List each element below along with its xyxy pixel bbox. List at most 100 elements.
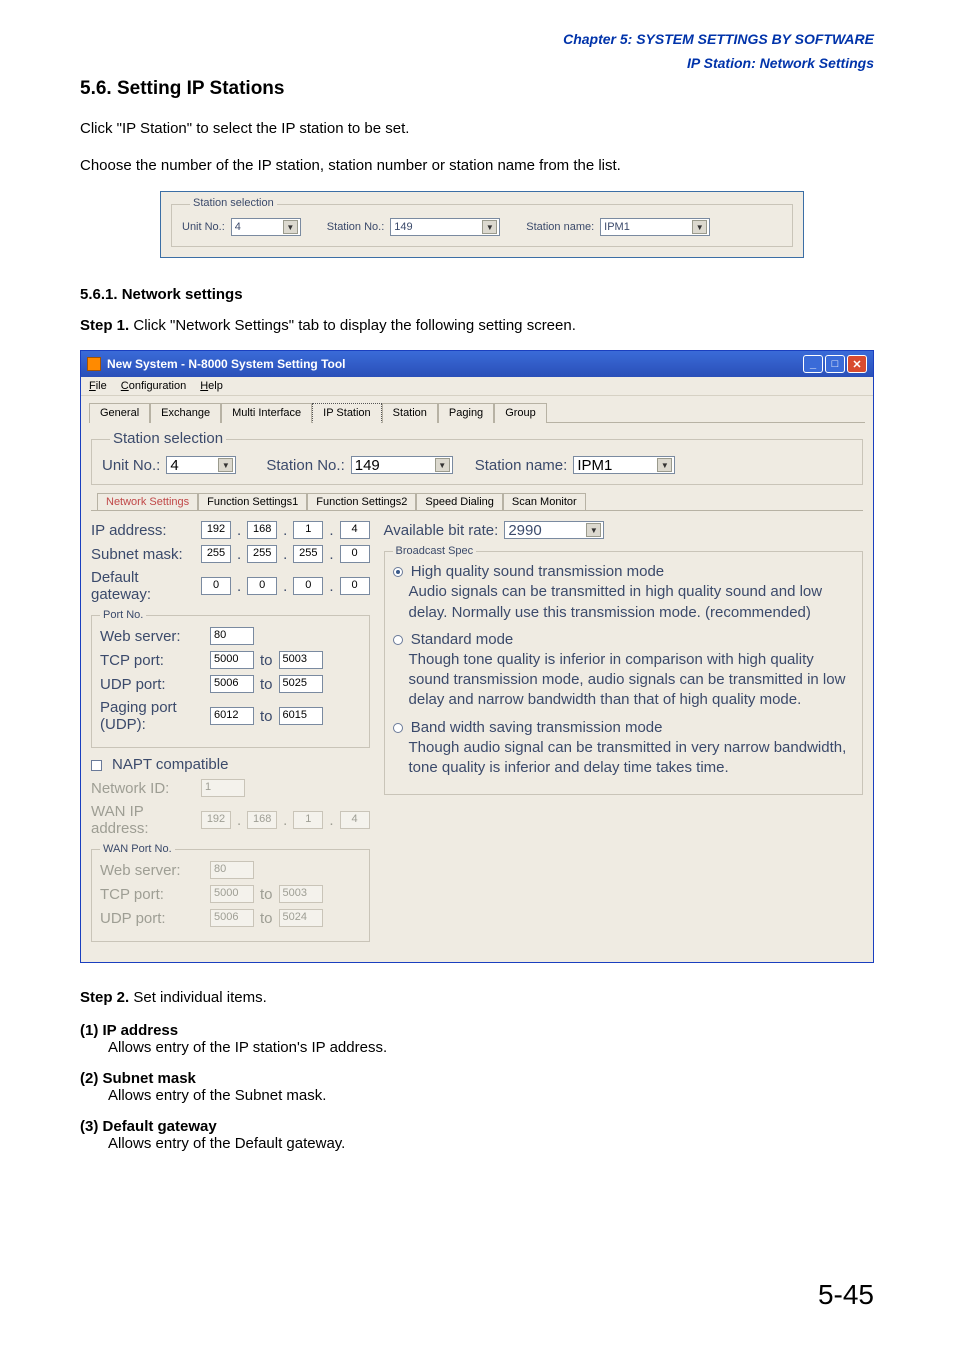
station-no-label: Station No.: [327, 221, 384, 233]
to-label: to [260, 676, 273, 693]
subtab-function-settings2[interactable]: Function Settings2 [307, 493, 416, 510]
web-label: Web server: [100, 628, 204, 645]
netid-input: 1 [201, 779, 245, 797]
tab-multi-interface[interactable]: Multi Interface [221, 403, 312, 423]
sm-3[interactable]: 255 [293, 545, 323, 563]
netid-label: Network ID: [91, 780, 195, 797]
to-label: to [260, 886, 273, 903]
gw-2[interactable]: 0 [247, 577, 277, 595]
item-1-desc: Allows entry of the IP station's IP addr… [108, 1039, 874, 1056]
chevron-down-icon[interactable]: ▼ [218, 458, 233, 472]
sm-1[interactable]: 255 [201, 545, 231, 563]
chapter-header: Chapter 5: SYSTEM SETTINGS BY SOFTWARE [80, 30, 874, 48]
step-1-label: Step 1. [80, 317, 129, 334]
radio-standard[interactable] [393, 635, 403, 645]
wanip1: 192 [201, 811, 231, 829]
unit-no-select[interactable]: 4 ▼ [231, 218, 301, 236]
tab-group[interactable]: Group [494, 403, 547, 423]
sel-unitno[interactable]: 4 ▼ [166, 456, 236, 474]
wan-tcp-to: 5003 [279, 885, 323, 903]
app-icon [87, 357, 101, 371]
chevron-down-icon[interactable]: ▼ [692, 220, 707, 234]
abr-select[interactable]: 2990 ▼ [504, 521, 604, 539]
gw-1[interactable]: 0 [201, 577, 231, 595]
wan-tcp-from: 5000 [210, 885, 254, 903]
maximize-button[interactable]: □ [825, 355, 845, 373]
subtab-scan-monitor[interactable]: Scan Monitor [503, 493, 586, 510]
ip-4[interactable]: 4 [340, 521, 370, 539]
station-name-select[interactable]: IPM1 ▼ [600, 218, 710, 236]
radio-bandwidth-desc: Though audio signal can be transmitted i… [409, 738, 854, 779]
sel-stationname-label: Station name: [475, 457, 568, 474]
ip-3[interactable]: 1 [293, 521, 323, 539]
wan-tcp-label: TCP port: [100, 886, 204, 903]
abr-value: 2990 [508, 522, 541, 539]
menu-configuration[interactable]: Configuration [121, 380, 186, 392]
unit-no-value: 4 [235, 221, 241, 233]
sel-unitno-label: Unit No.: [102, 457, 160, 474]
wan-web-label: Web server: [100, 862, 204, 879]
menu-help[interactable]: Help [200, 380, 223, 392]
udp-to[interactable]: 5025 [279, 675, 323, 693]
tab-ip-station[interactable]: IP Station [312, 403, 382, 423]
subtab-function-settings1[interactable]: Function Settings1 [198, 493, 307, 510]
station-selection-screenshot: Station selection Unit No.: 4 ▼ Station … [160, 191, 804, 258]
chevron-down-icon[interactable]: ▼ [435, 458, 450, 472]
radio-bandwidth[interactable] [393, 723, 403, 733]
napt-label: NAPT compatible [112, 756, 228, 773]
tab-paging[interactable]: Paging [438, 403, 494, 423]
napt-checkbox[interactable] [91, 760, 102, 771]
chevron-down-icon[interactable]: ▼ [482, 220, 497, 234]
gw-3[interactable]: 0 [293, 577, 323, 595]
sel-stationno-label: Station No.: [266, 457, 344, 474]
wan-udp-to: 5024 [279, 909, 323, 927]
step-1-text: Click "Network Settings" tab to display … [133, 317, 576, 334]
udp-from[interactable]: 5006 [210, 675, 254, 693]
tcp-to[interactable]: 5003 [279, 651, 323, 669]
item-2-num: (2) [80, 1070, 98, 1087]
sel-stationno[interactable]: 149 ▼ [351, 456, 453, 474]
item-2-desc: Allows entry of the Subnet mask. [108, 1087, 874, 1104]
sm-2[interactable]: 255 [247, 545, 277, 563]
sel-stationno-value: 149 [355, 457, 380, 474]
sel-legend: Station selection [110, 430, 226, 447]
tcp-label: TCP port: [100, 652, 204, 669]
ip-2[interactable]: 168 [247, 521, 277, 539]
tab-station[interactable]: Station [382, 403, 438, 423]
item-2-label: Subnet mask [103, 1070, 196, 1087]
station-no-value: 149 [394, 221, 412, 233]
page-title: 5.6. Setting IP Stations [80, 78, 874, 100]
paging-from[interactable]: 6012 [210, 707, 254, 725]
chevron-down-icon[interactable]: ▼ [283, 220, 298, 234]
sel-stationname[interactable]: IPM1 ▼ [573, 456, 675, 474]
menu-file[interactable]: File [89, 380, 107, 392]
chevron-down-icon[interactable]: ▼ [657, 458, 672, 472]
wanip2: 168 [247, 811, 277, 829]
sel-unitno-value: 4 [170, 457, 178, 474]
titlebar: New System - N-8000 System Setting Tool … [81, 351, 873, 377]
close-button[interactable]: ✕ [847, 355, 867, 373]
wanip4: 4 [340, 811, 370, 829]
radio-high-quality[interactable] [393, 567, 403, 577]
ip-1[interactable]: 192 [201, 521, 231, 539]
web-port[interactable]: 80 [210, 627, 254, 645]
wanport-legend: WAN Port No. [100, 843, 175, 855]
tab-general[interactable]: General [89, 403, 150, 423]
station-no-select[interactable]: 149 ▼ [390, 218, 500, 236]
sm-4[interactable]: 0 [340, 545, 370, 563]
paging-to[interactable]: 6015 [279, 707, 323, 725]
tcp-from[interactable]: 5000 [210, 651, 254, 669]
udp-label: UDP port: [100, 676, 204, 693]
to-label: to [260, 708, 273, 725]
tab-exchange[interactable]: Exchange [150, 403, 221, 423]
intro-1: Click "IP Station" to select the IP stat… [80, 118, 874, 141]
item-1-label: IP address [103, 1022, 179, 1039]
chevron-down-icon[interactable]: ▼ [586, 523, 601, 537]
station-name-label: Station name: [526, 221, 594, 233]
to-label: to [260, 910, 273, 927]
subtab-network-settings[interactable]: Network Settings [97, 493, 198, 510]
gw-4[interactable]: 0 [340, 577, 370, 595]
step-2-label: Step 2. [80, 989, 129, 1006]
subtab-speed-dialing[interactable]: Speed Dialing [416, 493, 503, 510]
minimize-button[interactable]: _ [803, 355, 823, 373]
